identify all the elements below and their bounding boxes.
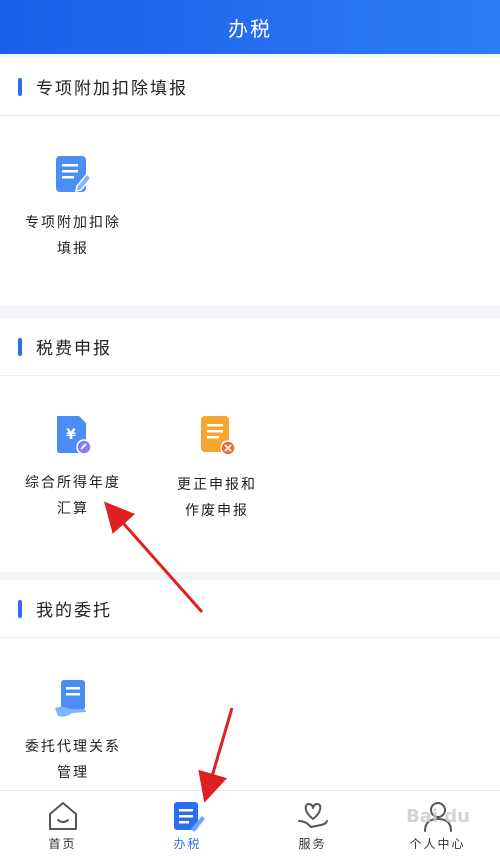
tile-label-line2: 填报 [57,241,89,257]
tile-label-line2: 汇算 [57,501,89,517]
tab-label: 服务 [298,837,327,851]
header-bar: 办税 [0,0,500,54]
tab-service[interactable]: 服务 [250,791,375,856]
tax-document-icon [173,802,205,832]
tile-label-line1: 综合所得年度 [25,475,121,491]
section-header: 我的委托 [0,580,500,638]
hand-heart-icon [297,803,328,829]
section-tax-declaration: 税费申报 ¥ 综合所得年度 汇算 更正申报和 作废申报 [0,318,500,572]
tab-label: 首页 [48,837,77,851]
yuan-document-icon: ¥ [57,416,92,455]
form-edit-icon [56,156,93,192]
section-title: 税费申报 [36,339,112,359]
hand-document-icon [55,680,86,717]
baidu-watermark: Bai du [405,806,470,827]
tab-label: 个人中心 [409,837,466,851]
document-cancel-icon [201,416,236,456]
section-special-deduction: 专项附加扣除填报 专项附加扣除 填报 [0,58,500,306]
tile-annual-settlement[interactable]: ¥ 综合所得年度 汇算 [8,414,138,522]
tile-delegation-management[interactable]: 委托代理关系 管理 [8,678,138,786]
tile-label-line2: 作废申报 [185,503,249,519]
tile-label-line1: 委托代理关系 [25,739,121,755]
section-title: 我的委托 [36,601,112,621]
section-my-delegation: 我的委托 委托代理关系 管理 [0,580,500,790]
svg-text:¥: ¥ [66,427,76,443]
section-accent-bar [18,77,22,96]
tile-special-deduction[interactable]: 专项附加扣除 填报 [8,154,138,262]
section-accent-bar [18,337,22,356]
section-title: 专项附加扣除填报 [36,79,188,99]
tile-label-line2: 管理 [57,765,89,781]
page-title: 办税 [228,16,272,41]
tile-label-line1: 更正申报和 [177,477,257,493]
section-header: 专项附加扣除填报 [0,58,500,116]
section-accent-bar [18,599,22,618]
home-icon [48,802,77,830]
tab-tax[interactable]: 办税 [125,791,250,856]
tile-label-line1: 专项附加扣除 [25,215,121,231]
tile-correct-void-declaration[interactable]: 更正申报和 作废申报 [152,414,282,524]
tab-home[interactable]: 首页 [0,791,125,856]
tab-label: 办税 [173,837,202,851]
section-header: 税费申报 [0,318,500,376]
